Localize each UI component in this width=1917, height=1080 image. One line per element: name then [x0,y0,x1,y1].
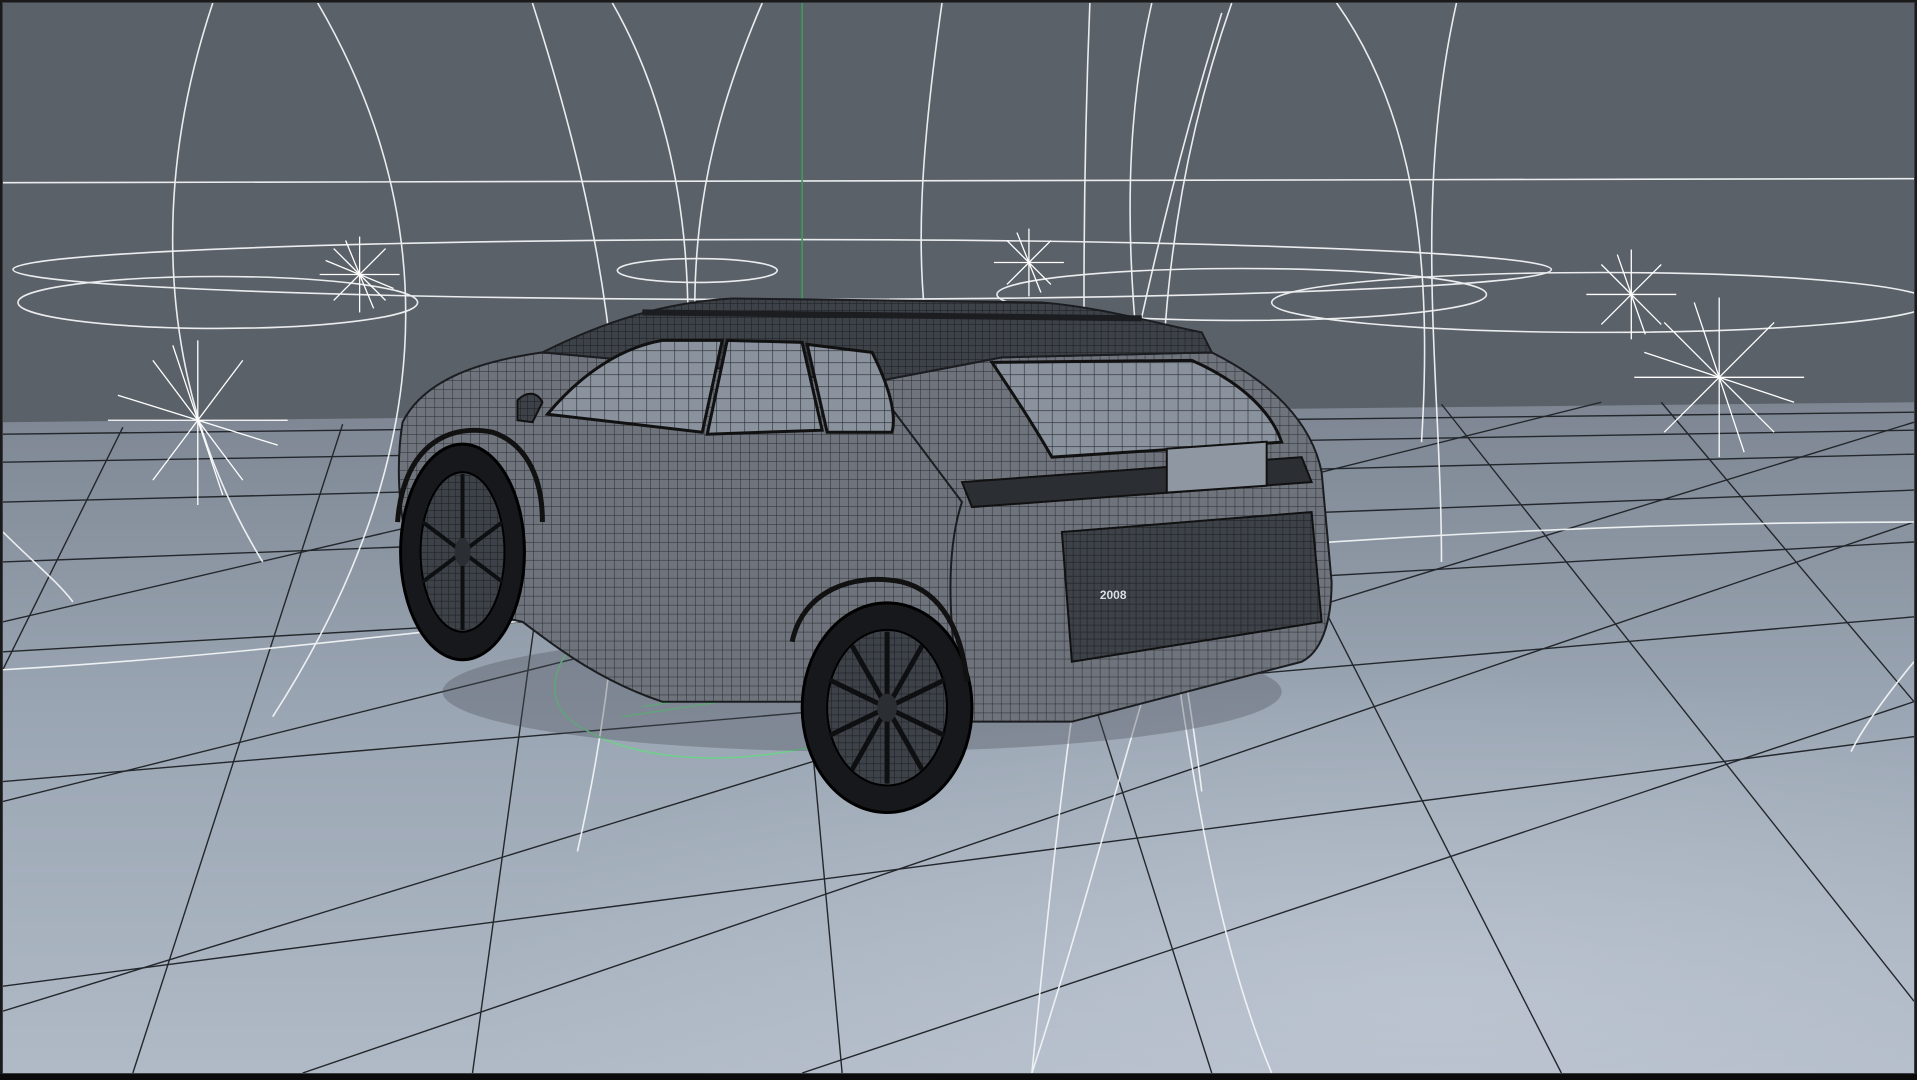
viewport-canvas[interactable]: 2008 [3,3,1914,1073]
viewport-bottom-border [0,1074,1917,1080]
car-side-window [705,338,825,436]
3d-viewport[interactable]: 2008 [2,2,1915,1074]
car-license-plate [1165,440,1268,494]
car-wheel-rear [800,601,974,814]
car-badge-text: 2008 [1100,588,1127,602]
car-wheel-front [399,442,526,662]
